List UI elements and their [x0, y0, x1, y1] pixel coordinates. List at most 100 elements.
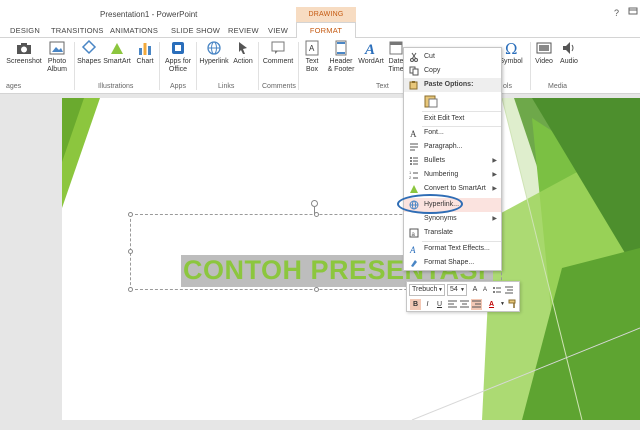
wordart-label: WordArt [358, 58, 384, 65]
menu-translate-label: Translate [424, 229, 453, 236]
audio-button[interactable]: Audio [557, 40, 581, 66]
video-button[interactable]: Video [533, 40, 555, 66]
comment-button[interactable]: Comment [260, 40, 296, 66]
menu-font[interactable]: A Font... [404, 126, 501, 140]
submenu-arrow-icon: ▶ [492, 216, 497, 222]
action-label: Action [233, 58, 253, 65]
menu-paste-options-header: Paste Options: [404, 78, 501, 92]
paste-keep-text-only-button[interactable] [424, 94, 438, 108]
apps-label-1: Apps for [164, 58, 192, 65]
menu-cut-label: Cut [424, 53, 435, 60]
numbering-mini-icon[interactable] [504, 285, 514, 295]
wordart-button[interactable]: A WordArt [357, 40, 385, 66]
menu-translate[interactable]: a Translate [404, 226, 501, 240]
action-button[interactable]: Action [231, 40, 255, 66]
menu-format-text-effects-label: Format Text Effects... [424, 245, 490, 252]
text-box-button[interactable]: A Text Box [300, 40, 324, 74]
help-button[interactable]: ? [614, 8, 619, 18]
menu-format-text-effects[interactable]: A Format Text Effects... [404, 242, 501, 256]
tab-animations[interactable]: ANIMATIONS [110, 26, 158, 35]
speaker-icon [563, 42, 574, 54]
slide-canvas[interactable]: CONTOH PRESENTASI Al [62, 98, 640, 420]
tab-view[interactable]: VIEW [268, 26, 288, 35]
align-center-icon[interactable] [459, 299, 470, 310]
group-text-label: Text [376, 83, 389, 90]
menu-bullets-label: Bullets [424, 157, 446, 164]
apps-for-office-button[interactable]: Apps for Office [162, 40, 194, 74]
group-illustrations-label: Illustrations [98, 83, 134, 90]
shapes-button[interactable]: Shapes [77, 40, 101, 66]
shapes-label: Shapes [77, 58, 101, 65]
shapes-icon [81, 40, 97, 55]
resize-handle[interactable] [128, 212, 133, 217]
svg-text:A: A [309, 44, 315, 53]
numbering-icon: 12 [409, 170, 418, 180]
grow-font-button[interactable]: A [470, 285, 480, 295]
header-footer-button[interactable]: Header & Footer [325, 40, 357, 74]
title-bar: Presentation1 - PowerPoint DRAWING TOOLS… [0, 0, 640, 33]
menu-copy-label: Copy [424, 67, 441, 74]
tab-review[interactable]: REVIEW [228, 26, 259, 35]
font-name-value: Trebuch [412, 286, 438, 293]
photo-album-icon [49, 41, 65, 55]
align-right-icon[interactable] [471, 299, 482, 310]
translate-icon: a [409, 228, 419, 238]
menu-format-shape[interactable]: Format Shape... [404, 256, 501, 270]
submenu-arrow-icon: ▶ [492, 172, 497, 178]
menu-exit-edit-text[interactable]: Exit Edit Text [404, 112, 501, 126]
menu-bullets[interactable]: Bullets ▶ [404, 154, 501, 168]
chart-button[interactable]: Chart [134, 40, 156, 66]
hyperlink-ribbon-button[interactable]: Hyperlink [198, 40, 230, 66]
photo-album-button[interactable]: Photo Album [42, 40, 72, 74]
menu-cut[interactable]: Cut [404, 50, 501, 64]
resize-handle[interactable] [128, 287, 133, 292]
tab-transitions[interactable]: TRANSITIONS [51, 26, 104, 35]
comment-icon [271, 41, 285, 54]
svg-text:Ω: Ω [505, 40, 517, 56]
menu-numbering[interactable]: 12 Numbering ▶ [404, 168, 501, 182]
time-label: Time [388, 66, 404, 73]
ribbon-display-options-icon[interactable] [628, 6, 638, 18]
resize-handle[interactable] [314, 287, 319, 292]
photo-label: Photo [47, 58, 67, 65]
font-color-button[interactable]: A [486, 299, 497, 310]
align-left-icon[interactable] [447, 299, 458, 310]
tab-slide-show[interactable]: SLIDE SHOW [171, 26, 220, 35]
resize-handle[interactable] [128, 249, 133, 254]
group-images-label: ages [6, 83, 22, 90]
svg-text:A: A [364, 42, 375, 56]
menu-font-label: Font... [424, 129, 444, 136]
bold-button[interactable]: B [410, 299, 421, 310]
italic-button[interactable]: I [422, 299, 433, 310]
resize-handle[interactable] [314, 212, 319, 217]
group-links-label: Links [218, 83, 235, 90]
chevron-down-icon: ▼ [460, 287, 465, 293]
ribbon-separator [74, 42, 75, 90]
screenshot-button[interactable]: Screenshot [4, 40, 44, 66]
underline-button[interactable]: U [434, 299, 445, 310]
globe-link-icon [207, 41, 221, 55]
bullets-mini-icon[interactable] [492, 285, 502, 295]
menu-copy[interactable]: Copy [404, 64, 501, 78]
menu-synonyms-label: Synonyms [424, 215, 457, 222]
menu-paragraph[interactable]: Paragraph... [404, 140, 501, 154]
menu-format-shape-label: Format Shape... [424, 259, 475, 266]
rotate-handle[interactable] [311, 200, 318, 207]
shrink-font-button[interactable]: A [480, 285, 490, 295]
font-name-box[interactable]: Trebuch ▼ [409, 284, 445, 296]
hyperlink-ribbon-label: Hyperlink [199, 58, 229, 65]
font-size-box[interactable]: 54 ▼ [447, 284, 467, 296]
bar-chart-icon [139, 43, 151, 55]
apps-icon [172, 42, 184, 54]
box-label: Box [305, 66, 319, 73]
date-label: Date [388, 58, 404, 65]
format-painter-icon[interactable] [507, 299, 518, 310]
menu-synonyms[interactable]: Synonyms ▶ [404, 212, 501, 226]
tab-design[interactable]: DESIGN [10, 26, 40, 35]
smartart-button[interactable]: SmartArt [102, 40, 132, 66]
copy-icon [409, 66, 419, 76]
tab-format[interactable]: FORMAT [296, 22, 356, 38]
action-icon [239, 42, 247, 54]
ribbon-separator [196, 42, 197, 90]
font-icon: A [410, 129, 417, 138]
